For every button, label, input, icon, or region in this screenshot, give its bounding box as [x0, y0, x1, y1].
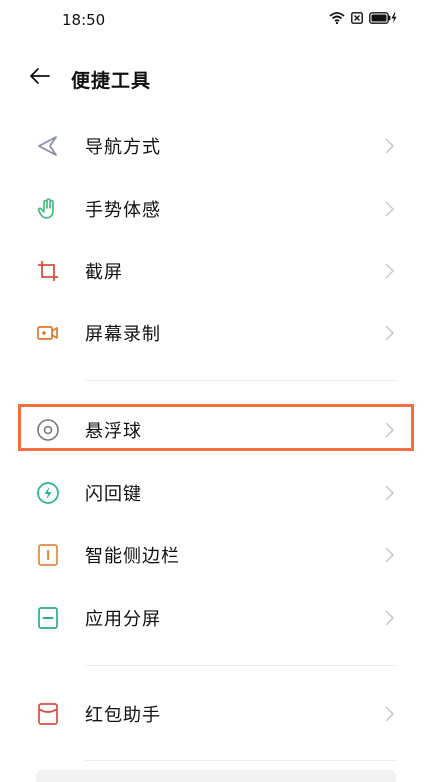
chevron-right-icon — [385, 547, 395, 563]
chevron-right-icon — [385, 201, 395, 217]
back-button[interactable] — [28, 64, 52, 88]
red-envelope-icon — [38, 703, 58, 725]
list-item-red-envelope-assistant[interactable]: 红包助手 — [0, 683, 431, 745]
list-item-flash-back-key[interactable]: 闪回键 — [0, 462, 431, 524]
list-item-label: 红包助手 — [85, 705, 161, 726]
chevron-right-icon — [385, 485, 395, 501]
smart-sidebar-icon — [38, 544, 58, 566]
list-item-label: 闪回键 — [85, 484, 142, 505]
page-title: 便捷工具 — [71, 70, 152, 92]
divider — [85, 665, 396, 666]
hand-gesture-icon — [37, 198, 54, 219]
list-item-navigation-mode[interactable]: 导航方式 — [0, 115, 431, 177]
list-item-label: 屏幕录制 — [85, 324, 161, 345]
list-item-label: 手势体感 — [85, 200, 161, 221]
video-record-icon — [37, 326, 58, 340]
list-item-smart-sidebar[interactable]: 智能侧边栏 — [0, 524, 431, 586]
list-item-label: 导航方式 — [85, 137, 161, 158]
navigation-icon — [38, 136, 57, 156]
status-icons — [329, 12, 397, 24]
divider — [85, 760, 396, 761]
chevron-right-icon — [385, 138, 395, 154]
list-item-screenshot[interactable]: 截屏 — [0, 240, 431, 302]
status-time: 18:50 — [62, 11, 106, 29]
list-item-gesture[interactable]: 手势体感 — [0, 178, 431, 240]
flash-back-icon — [37, 482, 59, 504]
header: 便捷工具 — [0, 56, 431, 100]
list-item-label: 应用分屏 — [85, 609, 161, 630]
wifi-icon — [329, 12, 345, 24]
chevron-right-icon — [385, 325, 395, 341]
split-screen-icon — [38, 607, 58, 629]
crop-icon — [38, 261, 58, 281]
status-bar: 18:50 — [0, 0, 431, 44]
highlight-box — [18, 404, 414, 451]
divider — [85, 380, 396, 381]
list-item-label: 智能侧边栏 — [85, 546, 180, 567]
list-item-split-screen[interactable]: 应用分屏 — [0, 587, 431, 649]
chevron-right-icon — [385, 610, 395, 626]
sim-off-icon — [351, 12, 363, 24]
list-item-label: 截屏 — [85, 262, 123, 283]
next-section-hint — [36, 770, 396, 782]
chevron-right-icon — [385, 706, 395, 722]
list-item-screen-record[interactable]: 屏幕录制 — [0, 302, 431, 364]
chevron-right-icon — [385, 263, 395, 279]
battery-charging-icon — [369, 12, 397, 24]
arrow-left-icon — [30, 68, 50, 84]
